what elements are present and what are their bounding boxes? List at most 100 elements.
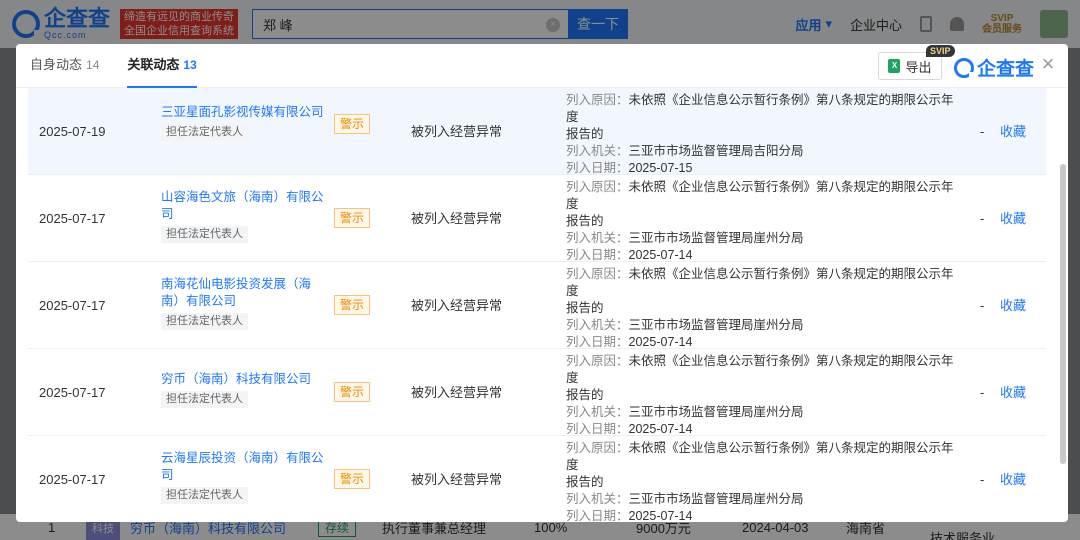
reason-text-cont: 报告的	[566, 127, 604, 141]
row-date: 2025-07-17	[39, 385, 106, 400]
table-row: 2025-07-17 穷币（海南）科技有限公司 担任法定代表人 警示 被列入经营…	[28, 349, 1046, 436]
date-label: 列入日期：	[566, 161, 629, 175]
export-label: 导出	[905, 59, 932, 75]
dynamics-list: 2025-07-19 三亚星面孔影视传媒有限公司 担任法定代表人 警示 被列入经…	[28, 88, 1046, 522]
favorite-button[interactable]: 收藏	[1000, 349, 1026, 436]
date-label: 列入日期：	[566, 335, 629, 349]
tab-count: 13	[183, 58, 197, 72]
close-icon[interactable]: ×	[1038, 53, 1058, 75]
warning-tag: 警示	[334, 382, 371, 402]
modal-logo-text: 企查查	[977, 59, 1035, 80]
row-dash: -	[980, 211, 985, 226]
date-label: 列入日期：	[566, 509, 629, 522]
row-date: 2025-07-17	[39, 472, 106, 487]
reason-label: 列入原因：	[566, 441, 629, 455]
row-company: 云海星辰投资（海南）有限公 司 担任法定代表人	[161, 450, 325, 504]
row-dash: -	[980, 124, 985, 139]
reason-text-cont: 报告的	[566, 475, 604, 489]
warning-tag: 警示	[334, 295, 371, 315]
company-link[interactable]: 三亚星面孔影视传媒有限公司	[161, 104, 325, 121]
reason-label: 列入原因：	[566, 267, 629, 281]
favorite-button[interactable]: 收藏	[1000, 175, 1026, 262]
org-label: 列入机关：	[566, 492, 629, 506]
org-label: 列入机关：	[566, 405, 629, 419]
org-text: 三亚市市场监督管理局崖州分局	[628, 231, 804, 245]
table-row: 2025-07-17 山容海色文旅（海南）有限公 司 担任法定代表人 警示 被列…	[28, 175, 1046, 262]
org-text: 三亚市市场监督管理局崖州分局	[628, 405, 804, 419]
row-detail: 列入原因：未依照《企业信息公示暂行条例》第八条规定的期限公示年度 报告的 列入机…	[566, 179, 966, 264]
row-company: 南海花仙电影投资发展（海 南）有限公司 担任法定代表人	[161, 276, 325, 330]
row-event: 被列入经营异常	[411, 385, 503, 400]
row-dash: -	[980, 298, 985, 313]
table-row: 2025-07-17 云海星辰投资（海南）有限公 司 担任法定代表人 警示 被列…	[28, 436, 1046, 522]
table-row: 2025-07-19 三亚星面孔影视传媒有限公司 担任法定代表人 警示 被列入经…	[28, 88, 1046, 175]
warning-tag: 警示	[334, 114, 371, 134]
tab-related-dynamics[interactable]: 关联动态 13	[127, 44, 198, 88]
row-event: 被列入经营异常	[411, 298, 503, 313]
row-event: 被列入经营异常	[411, 211, 503, 226]
favorite-button[interactable]: 收藏	[1000, 88, 1026, 175]
logo-mark-icon	[954, 57, 975, 78]
company-link-cont[interactable]: 南）有限公司	[161, 293, 325, 310]
company-link[interactable]: 云海星辰投资（海南）有限公	[161, 450, 325, 467]
org-text: 三亚市市场监督管理局吉阳分局	[628, 144, 804, 158]
reason-text-cont: 报告的	[566, 301, 604, 315]
row-dash: -	[980, 472, 985, 487]
role-tag: 担任法定代表人	[161, 226, 248, 243]
company-link[interactable]: 山容海色文旅（海南）有限公	[161, 189, 325, 206]
org-text: 三亚市市场监督管理局崖州分局	[628, 318, 804, 332]
reason-label: 列入原因：	[566, 180, 629, 194]
row-date: 2025-07-17	[39, 211, 106, 226]
company-link-cont[interactable]: 司	[161, 467, 325, 484]
modal-logo: 企查查	[954, 54, 1034, 81]
favorite-button[interactable]: 收藏	[1000, 436, 1026, 522]
scrollbar[interactable]	[1060, 164, 1066, 464]
row-dash: -	[980, 385, 985, 400]
row-detail: 列入原因：未依照《企业信息公示暂行条例》第八条规定的期限公示年度 报告的 列入机…	[566, 266, 966, 351]
date-label: 列入日期：	[566, 422, 629, 436]
related-dynamics-modal: 自身动态 14 关联动态 13 X 导出 SVIP 企查查 × 2025-07-19…	[16, 44, 1068, 522]
favorite-button[interactable]: 收藏	[1000, 262, 1026, 349]
row-event: 被列入经营异常	[411, 124, 503, 139]
excel-icon: X	[888, 59, 901, 73]
row-detail: 列入原因：未依照《企业信息公示暂行条例》第八条规定的期限公示年度 报告的 列入机…	[566, 353, 966, 438]
reason-text-cont: 报告的	[566, 388, 604, 402]
row-date: 2025-07-19	[39, 124, 106, 139]
row-company: 三亚星面孔影视传媒有限公司 担任法定代表人	[161, 104, 325, 141]
role-tag: 担任法定代表人	[161, 391, 248, 408]
org-label: 列入机关：	[566, 144, 629, 158]
org-label: 列入机关：	[566, 318, 629, 332]
row-company: 山容海色文旅（海南）有限公 司 担任法定代表人	[161, 189, 325, 243]
tab-label: 关联动态	[127, 57, 180, 72]
tab-label: 自身动态	[30, 57, 83, 72]
list-date-text: 2025-07-14	[628, 335, 693, 349]
role-tag: 担任法定代表人	[161, 313, 248, 330]
table-row: 2025-07-17 南海花仙电影投资发展（海 南）有限公司 担任法定代表人 警…	[28, 262, 1046, 349]
role-tag: 担任法定代表人	[161, 124, 248, 141]
tab-own-dynamics[interactable]: 自身动态 14	[30, 44, 99, 87]
list-date-text: 2025-07-14	[628, 509, 693, 522]
reason-label: 列入原因：	[566, 354, 629, 368]
row-detail: 列入原因：未依照《企业信息公示暂行条例》第八条规定的期限公示年度 报告的 列入机…	[566, 92, 966, 177]
company-link-cont[interactable]: 司	[161, 206, 325, 223]
org-label: 列入机关：	[566, 231, 629, 245]
role-tag: 担任法定代表人	[161, 487, 248, 504]
reason-text-cont: 报告的	[566, 214, 604, 228]
company-link[interactable]: 南海花仙电影投资发展（海	[161, 276, 325, 293]
list-date-text: 2025-07-15	[628, 161, 693, 175]
warning-tag: 警示	[334, 208, 371, 228]
list-date-text: 2025-07-14	[628, 422, 693, 436]
org-text: 三亚市市场监督管理局崖州分局	[628, 492, 804, 506]
company-link[interactable]: 穷币（海南）科技有限公司	[161, 371, 325, 388]
reason-label: 列入原因：	[566, 93, 629, 107]
tab-count: 14	[86, 58, 100, 72]
warning-tag: 警示	[334, 469, 371, 489]
row-event: 被列入经营异常	[411, 472, 503, 487]
row-company: 穷币（海南）科技有限公司 担任法定代表人	[161, 371, 325, 408]
svip-badge: SVIP	[926, 45, 955, 57]
row-detail: 列入原因：未依照《企业信息公示暂行条例》第八条规定的期限公示年度 报告的 列入机…	[566, 440, 966, 522]
list-date-text: 2025-07-14	[628, 248, 693, 262]
date-label: 列入日期：	[566, 248, 629, 262]
modal-header: 自身动态 14 关联动态 13 X 导出 SVIP 企查查 ×	[16, 44, 1068, 88]
row-date: 2025-07-17	[39, 298, 106, 313]
